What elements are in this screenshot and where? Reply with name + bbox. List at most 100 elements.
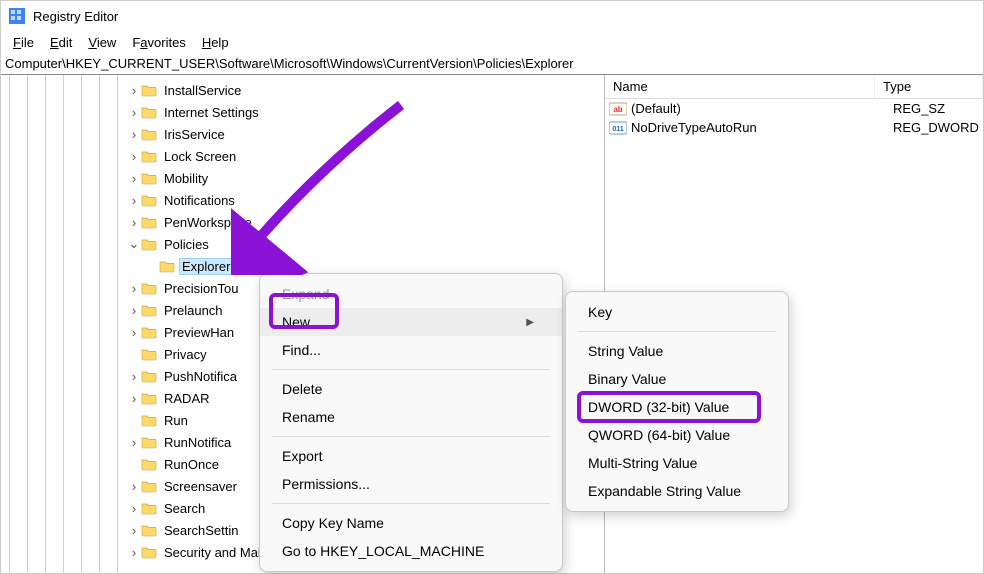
tree-expander-icon[interactable]: › <box>127 391 141 406</box>
tree-item-label: SearchSettin <box>161 522 241 539</box>
tree-item-label: PushNotifica <box>161 368 240 385</box>
submenu-key[interactable]: Key <box>566 298 788 326</box>
tree-expander-icon[interactable]: › <box>127 83 141 98</box>
titlebar: Registry Editor <box>1 1 983 31</box>
menu-file[interactable]: File <box>5 33 42 52</box>
folder-icon <box>159 259 175 273</box>
ctx-new-label: New <box>282 314 310 330</box>
folder-icon <box>141 413 157 427</box>
list-item[interactable]: ab(Default)REG_SZ <box>605 99 983 118</box>
tree-item-lock-screen[interactable]: › Lock Screen <box>1 145 604 167</box>
tree-expander-icon[interactable]: › <box>127 215 141 230</box>
tree-item-label: Internet Settings <box>161 104 262 121</box>
tree-item-label: Prelaunch <box>161 302 226 319</box>
tree-expander-icon[interactable]: › <box>127 193 141 208</box>
folder-icon <box>141 391 157 405</box>
tree-item-label: Search <box>161 500 208 517</box>
folder-icon <box>141 237 157 251</box>
ctx-copy-key-name[interactable]: Copy Key Name <box>260 509 562 537</box>
tree-item-label: IrisService <box>161 126 228 143</box>
tree-expander-icon[interactable]: › <box>127 523 141 538</box>
tree-item-label: Screensaver <box>161 478 240 495</box>
svg-text:011: 011 <box>612 126 623 133</box>
submenu-binary-value[interactable]: Binary Value <box>566 365 788 393</box>
tree-expander-icon[interactable]: › <box>127 281 141 296</box>
folder-icon <box>141 127 157 141</box>
column-name[interactable]: Name <box>605 75 875 98</box>
tree-expander-icon[interactable]: › <box>127 325 141 340</box>
workarea: ›InstallService›Internet Settings›IrisSe… <box>1 75 983 573</box>
submenu-multi-string-value[interactable]: Multi-String Value <box>566 449 788 477</box>
folder-icon <box>141 149 157 163</box>
menubar: File Edit View Favorites Help <box>1 31 983 53</box>
context-menu[interactable]: Expand New ▶ Find... Delete Rename Expor… <box>259 273 563 572</box>
folder-icon <box>141 193 157 207</box>
submenu-string-value[interactable]: String Value <box>566 337 788 365</box>
tree-item-label: Run <box>161 412 191 429</box>
address-bar[interactable]: Computer\HKEY_CURRENT_USER\Software\Micr… <box>1 53 983 75</box>
folder-icon <box>141 545 157 559</box>
ctx-new[interactable]: New ▶ <box>260 308 562 336</box>
tree-expander-icon[interactable]: › <box>127 105 141 120</box>
submenu-separator <box>578 331 776 332</box>
ctx-find[interactable]: Find... <box>260 336 562 364</box>
binary-value-icon: 011 <box>609 121 627 135</box>
submenu-expandable-string-value[interactable]: Expandable String Value <box>566 477 788 505</box>
tree-expander-icon[interactable]: › <box>127 127 141 142</box>
values-header: Name Type <box>605 75 983 99</box>
new-submenu[interactable]: Key String Value Binary Value DWORD (32-… <box>565 291 789 512</box>
tree-item-label: PenWorkspace <box>161 214 255 231</box>
folder-icon <box>141 435 157 449</box>
tree-expander-icon[interactable]: › <box>127 303 141 318</box>
menu-edit[interactable]: Edit <box>42 33 80 52</box>
tree-expander-icon[interactable]: › <box>127 545 141 560</box>
menu-help[interactable]: Help <box>194 33 237 52</box>
folder-icon <box>141 215 157 229</box>
regedit-icon <box>9 8 25 24</box>
folder-icon <box>141 347 157 361</box>
tree-item-notifications[interactable]: › Notifications <box>1 189 604 211</box>
ctx-delete[interactable]: Delete <box>260 375 562 403</box>
list-item[interactable]: 011NoDriveTypeAutoRunREG_DWORD <box>605 118 983 137</box>
folder-icon <box>141 501 157 515</box>
folder-icon <box>141 303 157 317</box>
tree-expander-icon[interactable]: › <box>127 479 141 494</box>
folder-icon <box>141 325 157 339</box>
tree-expander-icon[interactable]: › <box>127 501 141 516</box>
value-type: REG_SZ <box>893 101 979 116</box>
tree-expander-icon[interactable]: ⌄ <box>127 236 141 252</box>
tree-item-installservice[interactable]: ›InstallService <box>1 79 604 101</box>
ctx-rename[interactable]: Rename <box>260 403 562 431</box>
folder-icon <box>141 83 157 97</box>
folder-icon <box>141 281 157 295</box>
address-text: Computer\HKEY_CURRENT_USER\Software\Micr… <box>5 56 574 71</box>
ctx-permissions[interactable]: Permissions... <box>260 470 562 498</box>
ctx-export[interactable]: Export <box>260 442 562 470</box>
ctx-expand: Expand <box>260 280 562 308</box>
submenu-arrow-icon: ▶ <box>526 317 534 328</box>
tree-item-penworkspace[interactable]: › PenWorkspace <box>1 211 604 233</box>
value-name: (Default) <box>631 101 893 116</box>
column-type[interactable]: Type <box>875 75 983 98</box>
value-type: REG_DWORD <box>893 120 979 135</box>
ctx-goto-hklm[interactable]: Go to HKEY_LOCAL_MACHINE <box>260 537 562 565</box>
tree-item-irisservice[interactable]: › IrisService <box>1 123 604 145</box>
folder-icon <box>141 369 157 383</box>
tree-item-label: Lock Screen <box>161 148 239 165</box>
folder-icon <box>141 523 157 537</box>
menu-view[interactable]: View <box>80 33 124 52</box>
tree-item-mobility[interactable]: ›Mobility <box>1 167 604 189</box>
tree-item-policies[interactable]: ⌄Policies <box>1 233 604 255</box>
window-title: Registry Editor <box>33 9 118 24</box>
tree-expander-icon[interactable]: › <box>127 435 141 450</box>
menu-favorites[interactable]: Favorites <box>124 33 193 52</box>
tree-item-label: Notifications <box>161 192 238 209</box>
submenu-qword-value[interactable]: QWORD (64-bit) Value <box>566 421 788 449</box>
tree-item-label: PreviewHan <box>161 324 237 341</box>
ctx-separator <box>272 369 550 370</box>
tree-item-internet-settings[interactable]: › Internet Settings <box>1 101 604 123</box>
submenu-dword-value[interactable]: DWORD (32-bit) Value <box>566 393 788 421</box>
tree-expander-icon[interactable]: › <box>127 149 141 164</box>
tree-expander-icon[interactable]: › <box>127 369 141 384</box>
tree-expander-icon[interactable]: › <box>127 171 141 186</box>
